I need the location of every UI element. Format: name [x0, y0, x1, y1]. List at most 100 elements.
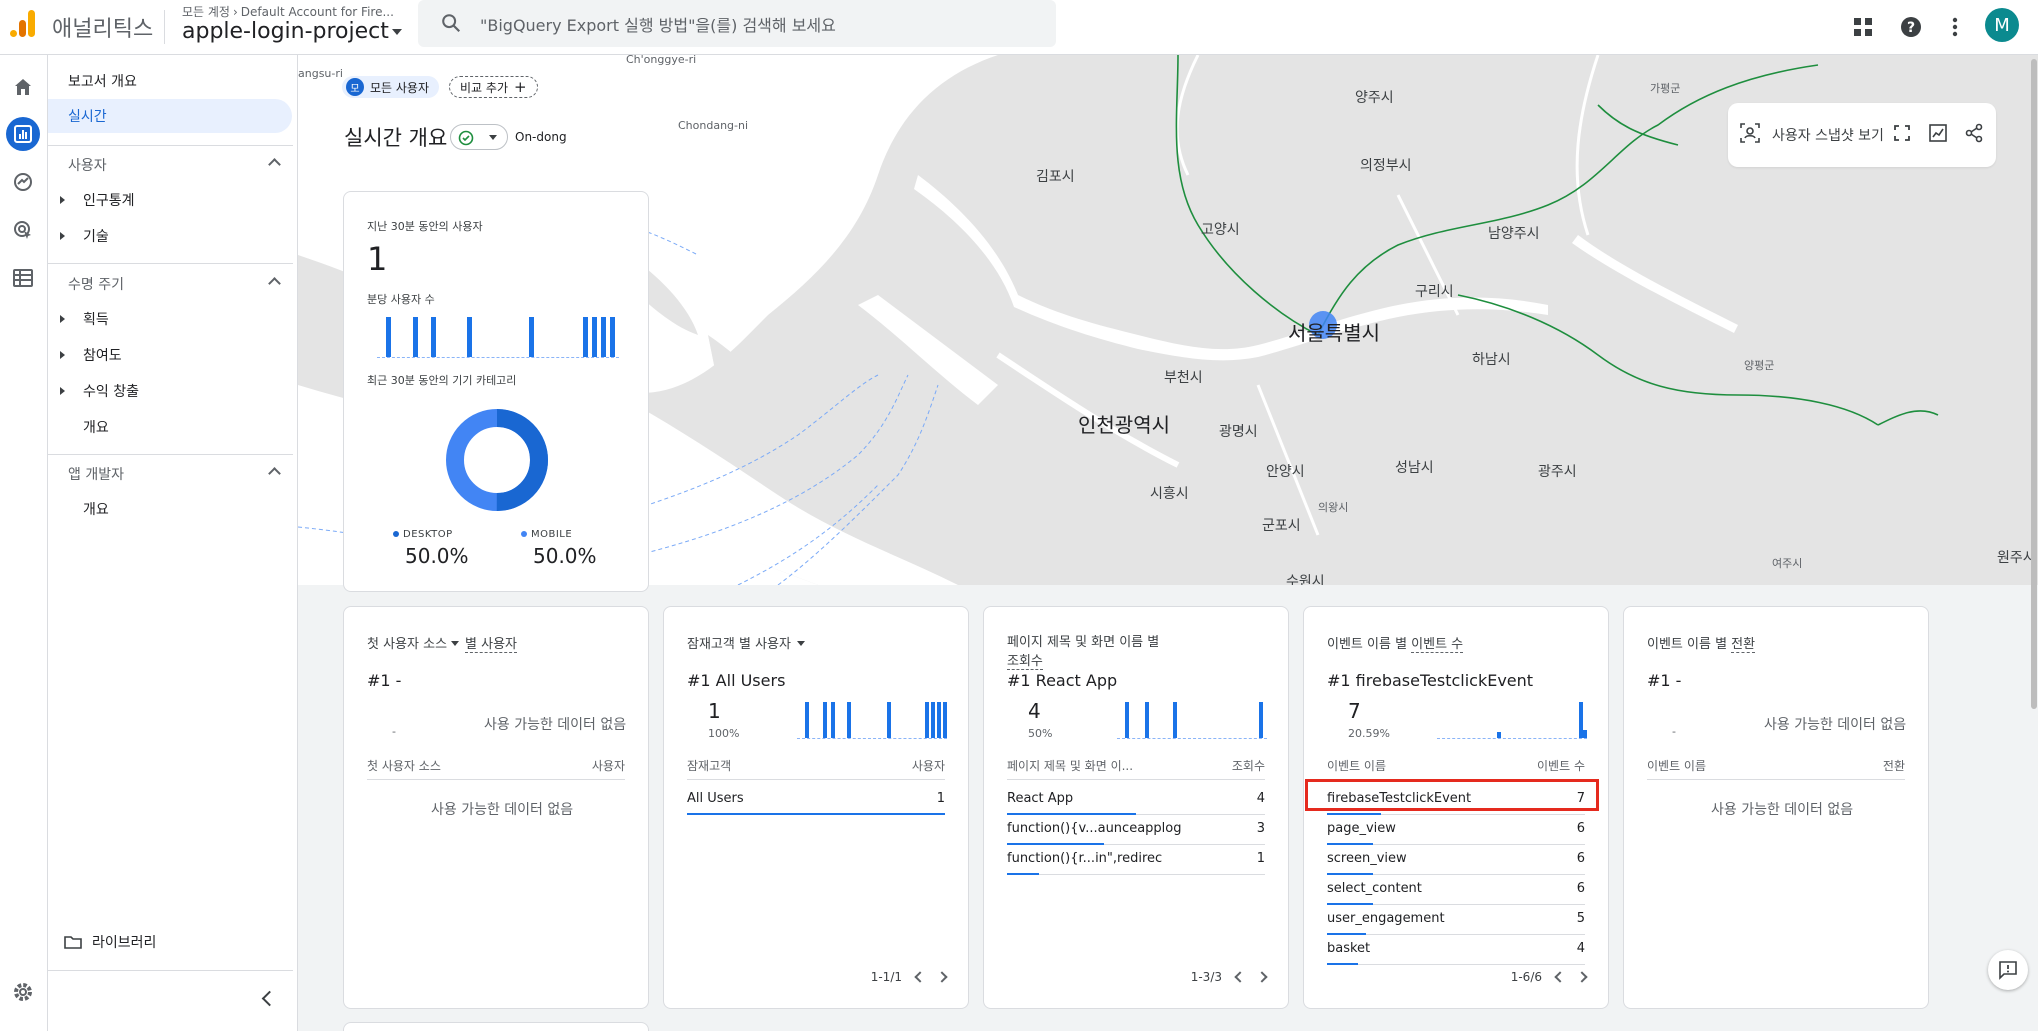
pagination: 1-6/6	[1511, 970, 1588, 984]
chip-label: 모든 사용자	[370, 80, 430, 95]
apps-grid-icon[interactable]	[1846, 10, 1880, 44]
nav-section-label: 사용자	[68, 158, 107, 174]
table-header: 페이지 제목 및 화면 이... 조회수	[1007, 757, 1265, 774]
column-header: 전환	[1882, 759, 1905, 773]
nav-section-lifecycle[interactable]: 수명 주기	[48, 267, 293, 301]
table-row[interactable]: page_view 6	[1327, 815, 1585, 845]
table-header: 첫 사용자 소스 사용자	[367, 757, 625, 774]
user-snapshot-icon[interactable]	[1740, 123, 1760, 143]
card-title[interactable]: 첫 사용자 소스 별 사용자	[367, 633, 518, 653]
row-share-bar	[1007, 873, 1039, 875]
help-icon[interactable]: ?	[1894, 10, 1928, 44]
configure-icon[interactable]	[6, 261, 40, 295]
home-icon[interactable]	[6, 70, 40, 104]
breadcrumb-sub-account: Default Account for Fire...	[240, 5, 394, 19]
row-label: function(){v...aunceapplog	[1007, 821, 1182, 836]
header-divider	[687, 779, 945, 780]
table-row[interactable]: user_engagement 5	[1327, 905, 1585, 935]
feedback-button[interactable]	[1988, 950, 2028, 990]
collapse-nav-icon[interactable]	[261, 990, 278, 1007]
card-title[interactable]: 잠재고객 별 사용자	[687, 633, 805, 652]
analytics-logo[interactable]	[6, 8, 36, 40]
nav-reports-overview[interactable]: 보고서 개요	[48, 64, 293, 98]
table-row[interactable]: select_content 6	[1327, 875, 1585, 905]
nav-acquisition[interactable]: 획득	[48, 302, 293, 336]
customize-report-icon[interactable]	[1928, 123, 1948, 143]
table-row[interactable]: React App 4	[1007, 785, 1265, 815]
no-data-message: 사용 가능한 데이터 없음	[431, 802, 574, 818]
table-row[interactable]: function(){r...in",redirec 1	[1007, 845, 1265, 875]
map-label: 양주시	[1355, 90, 1394, 106]
nav-monetization[interactable]: 수익 창출	[48, 374, 293, 408]
user-snapshot-button[interactable]: 사용자 스냅샷 보기	[1772, 125, 1884, 145]
fullscreen-icon[interactable]	[1894, 125, 1910, 141]
share-icon[interactable]	[1964, 123, 1984, 143]
nav-lifecycle-overview[interactable]: 개요	[48, 410, 293, 444]
page-range: 1-1/1	[870, 970, 902, 984]
card-title[interactable]: 이벤트 이름 별 전환	[1647, 633, 1756, 653]
breadcrumb-account: 모든 계정	[182, 5, 230, 19]
svg-text:?: ?	[1907, 20, 1915, 36]
map-label: 서울특별시	[1288, 321, 1380, 345]
column-header: 페이지 제목 및 화면 이...	[1007, 759, 1134, 773]
row-value: 6	[1576, 821, 1585, 836]
page-title: 실시간 개요	[344, 126, 448, 150]
realtime-summary-card: 지난 30분 동안의 사용자 1 분당 사용자 수 최근 30분 동안의 기기 …	[343, 191, 649, 592]
top-value: 1	[708, 699, 721, 723]
table-row[interactable]: basket 4	[1327, 935, 1585, 965]
prev-page-icon[interactable]	[1554, 971, 1566, 983]
page-range: 1-3/3	[1190, 970, 1222, 984]
left-rail	[0, 55, 48, 1031]
row-value: 4	[1576, 941, 1585, 956]
prev-page-icon[interactable]	[1234, 971, 1246, 983]
advertising-icon[interactable]	[6, 213, 40, 247]
nav-tech[interactable]: 기술	[48, 219, 293, 253]
nav-section-app-developer[interactable]: 앱 개발자	[48, 457, 293, 491]
reports-icon[interactable]	[6, 117, 40, 151]
nav-realtime[interactable]: 실시간	[48, 99, 292, 133]
chevron-up-icon	[268, 277, 281, 290]
legend-desktop: DESKTOP	[393, 529, 453, 540]
nav-library[interactable]: 라이브러리	[48, 925, 293, 959]
next-page-icon[interactable]	[1256, 971, 1268, 983]
row-divider	[1039, 874, 1265, 875]
card-title-metric: 조회수	[1007, 654, 1043, 670]
desktop-value: 50.0%	[405, 544, 469, 568]
users-per-minute-chart	[377, 316, 619, 358]
add-comparison-chip[interactable]: 비교 추가 +	[449, 76, 538, 98]
expand-arrow-icon	[60, 196, 65, 204]
settings-icon[interactable]	[6, 975, 40, 1009]
card-title[interactable]: 페이지 제목 및 화면 이름 별 조회수	[1007, 633, 1159, 671]
next-page-icon[interactable]	[1576, 971, 1588, 983]
comparison-chips: 모 모든 사용자 비교 추가 +	[342, 76, 538, 98]
nav-section-user[interactable]: 사용자	[48, 148, 293, 182]
table-row[interactable]: screen_view 6	[1327, 845, 1585, 875]
table-row[interactable]: All Users 1	[687, 785, 945, 815]
pagination: 1-1/1	[870, 970, 948, 984]
dropdown-caret-icon	[391, 29, 402, 35]
map-label: 의왕시	[1318, 501, 1349, 514]
row-label: user_engagement	[1327, 911, 1445, 926]
prev-page-icon[interactable]	[914, 971, 926, 983]
map-label: Chondang-ni	[678, 119, 749, 132]
nav-dev-overview[interactable]: 개요	[48, 492, 293, 526]
account-avatar[interactable]: M	[1985, 8, 2019, 42]
nav-engagement[interactable]: 참여도	[48, 338, 293, 372]
account-breadcrumb[interactable]: 모든 계정 › Default Account for Fire...	[182, 3, 394, 20]
all-users-chip[interactable]: 모 모든 사용자	[342, 76, 440, 98]
property-selector[interactable]: apple-login-project	[182, 19, 402, 44]
explore-icon[interactable]	[6, 165, 40, 199]
page-scrollbar[interactable]	[2030, 55, 2038, 709]
scrollbar-thumb[interactable]	[2031, 59, 2037, 709]
table-row[interactable]: function(){v...aunceapplog 3	[1007, 815, 1265, 845]
card-title[interactable]: 이벤트 이름 별 이벤트 수	[1327, 633, 1464, 653]
top-value: 7	[1348, 699, 1361, 723]
next-page-icon[interactable]	[936, 971, 948, 983]
nav-demographics[interactable]: 인구통계	[48, 183, 293, 217]
top-rank: #1 -	[1647, 671, 1682, 690]
card-title-metric: 별 사용자	[465, 637, 518, 653]
per-minute-bar	[467, 317, 472, 357]
status-selector[interactable]	[450, 124, 508, 150]
more-vert-icon[interactable]	[1938, 10, 1972, 44]
search-bar[interactable]: "BigQuery Export 실행 방법"을(를) 검색해 보세요	[418, 0, 1056, 47]
